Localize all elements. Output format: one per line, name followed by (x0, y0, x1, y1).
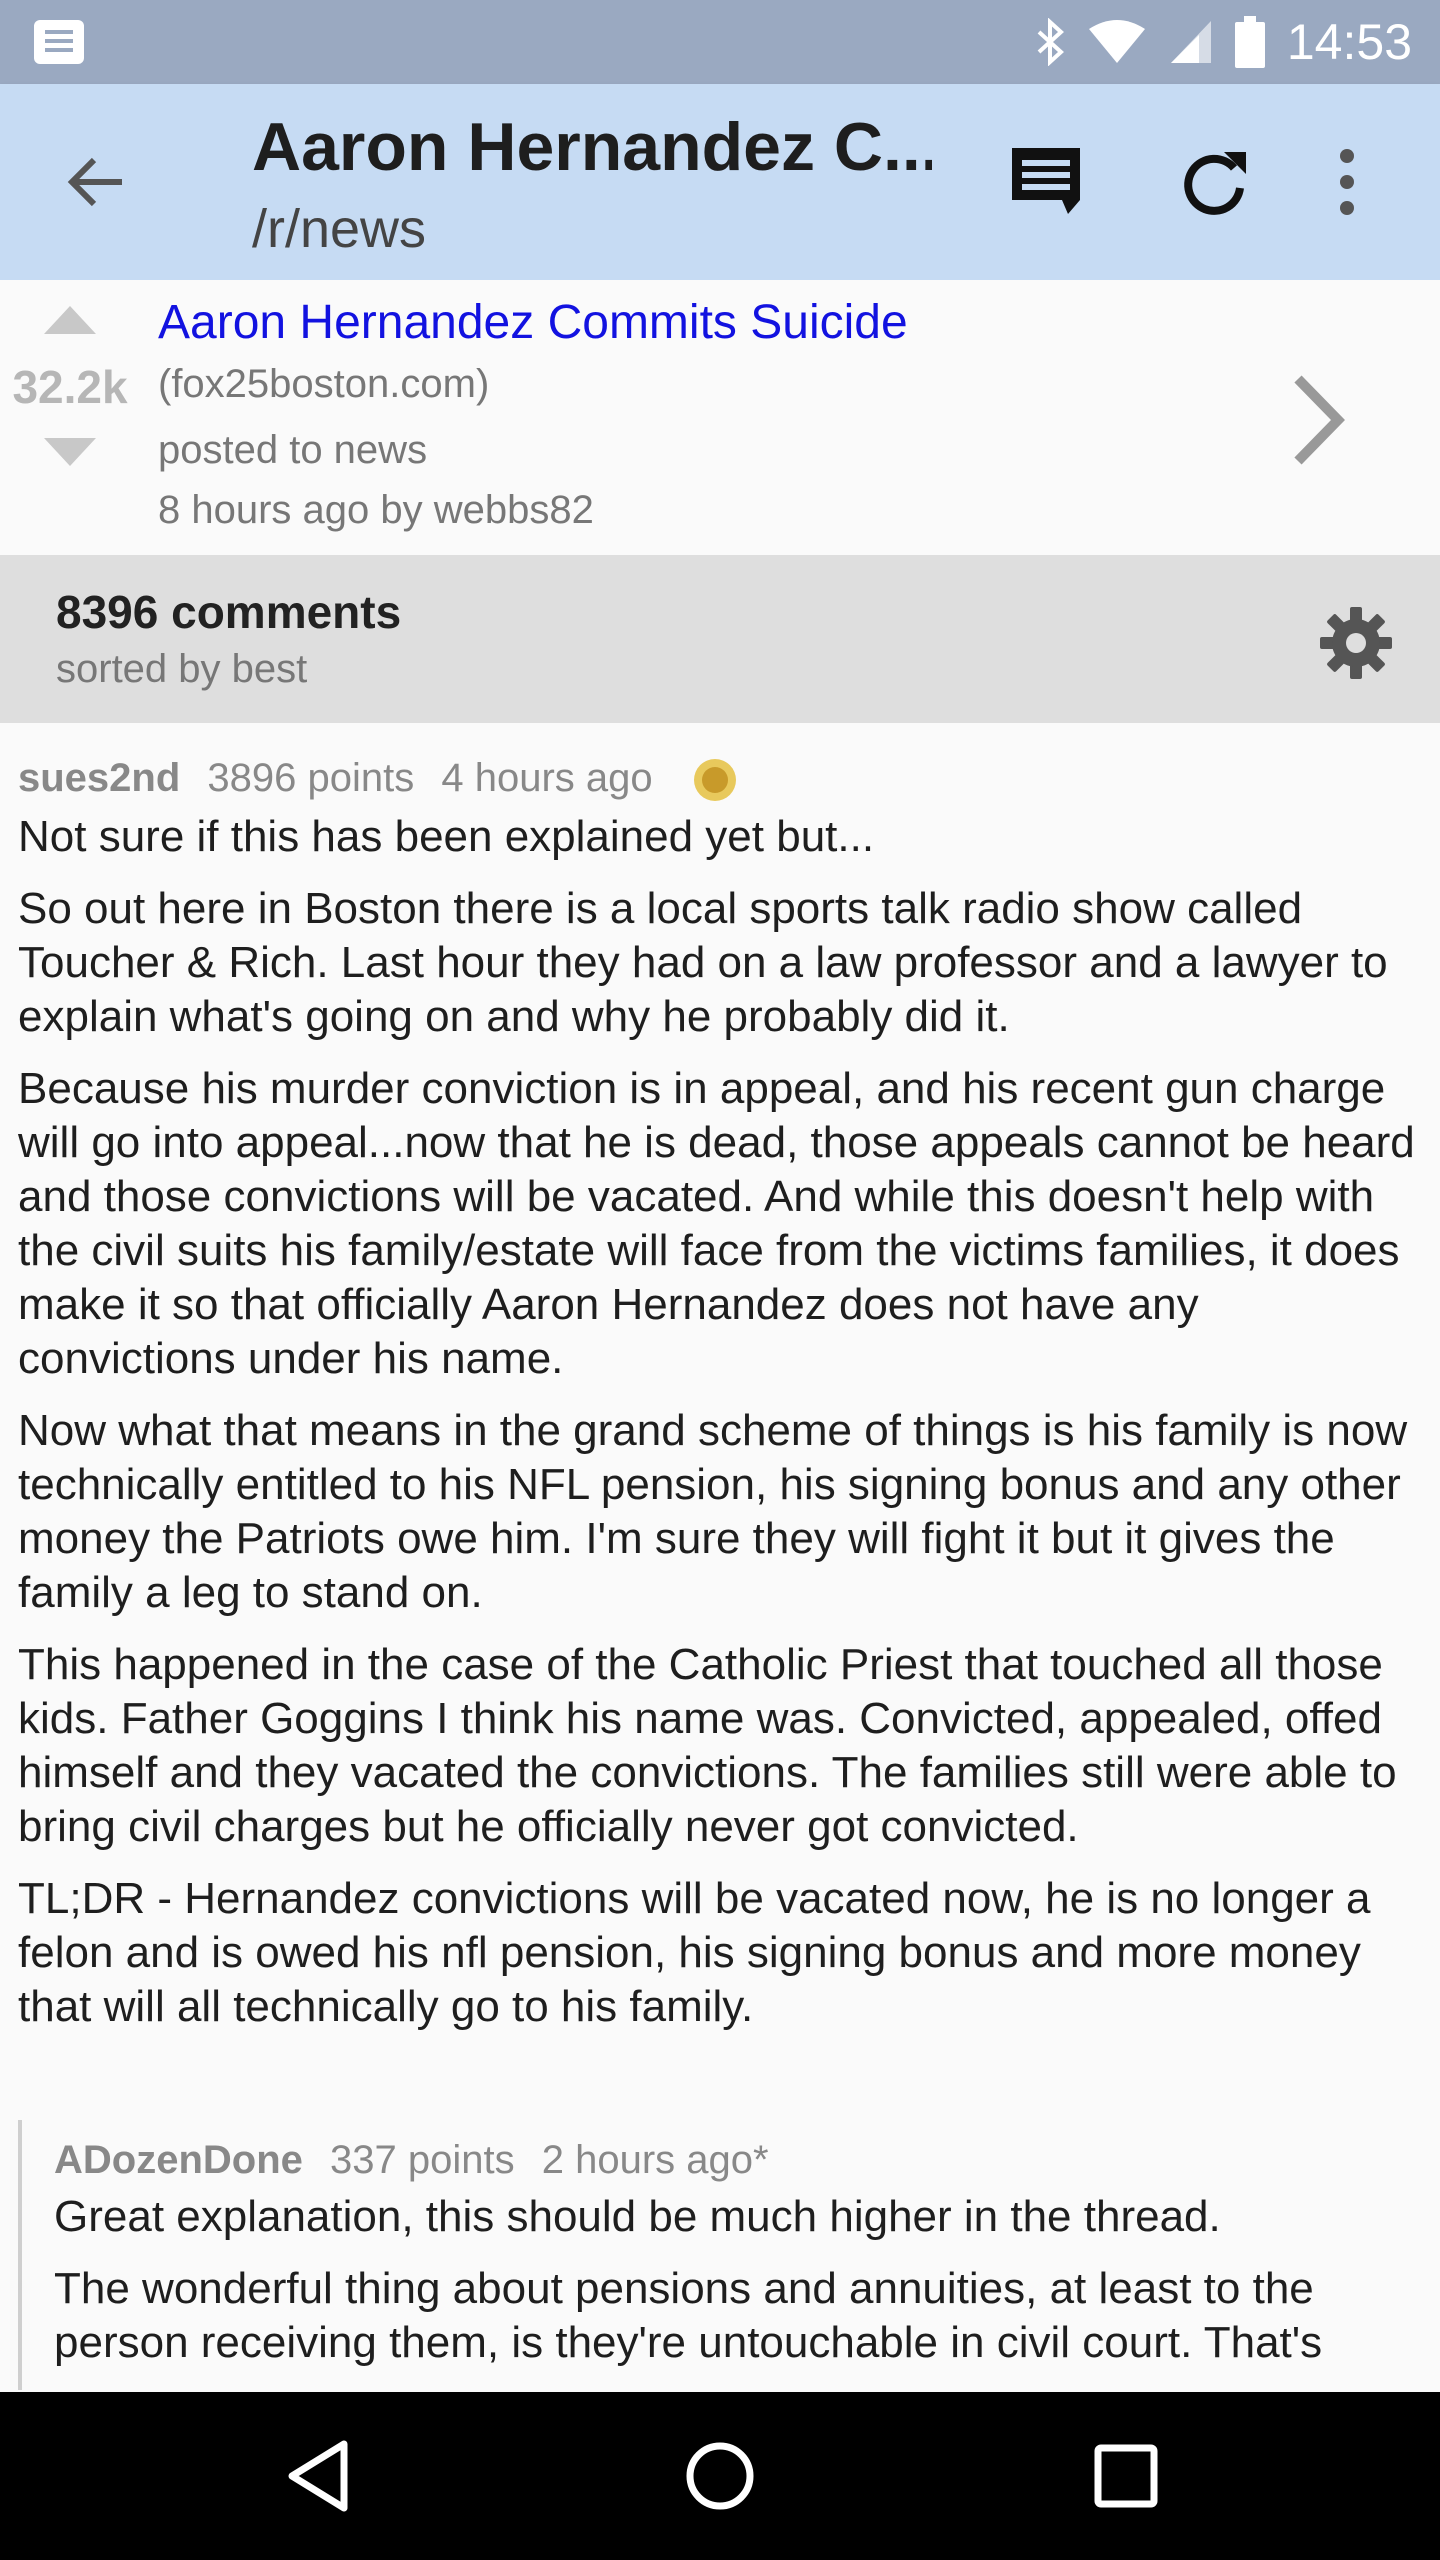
post-info: Aaron Hernandez Commits Suicide (fox25bo… (158, 292, 1258, 540)
comment-paragraph: Now what that means in the grand scheme … (18, 1406, 1408, 1617)
post-header[interactable]: 32.2k Aaron Hernandez Commits Suicide (f… (0, 280, 1440, 555)
comment-points: 3896 points (207, 756, 415, 800)
back-arrow-icon[interactable] (60, 146, 132, 218)
post-subreddit: posted to news (158, 428, 428, 473)
comment-paragraph: Great explanation, this should be much h… (54, 2192, 1221, 2241)
gear-icon[interactable] (1318, 605, 1394, 681)
notification-icon (34, 20, 84, 64)
comments-icon[interactable] (1006, 142, 1086, 222)
comment-paragraph: So out here in Boston there is a local s… (18, 884, 1388, 1041)
navigation-bar (0, 2392, 1440, 2560)
comments-sort: sorted by best (56, 647, 308, 691)
bluetooth-icon (1037, 18, 1064, 66)
post-age: 8 hours ago (158, 488, 370, 533)
back-triangle-icon[interactable] (282, 2436, 352, 2516)
comment-meta: ADozenDone 337 points 2 hours ago* (54, 2132, 1438, 2188)
wifi-icon (1088, 20, 1145, 63)
downvote-icon[interactable] (44, 438, 96, 466)
upvote-icon[interactable] (44, 306, 96, 334)
post-score: 32.2k (12, 361, 128, 413)
comment-paragraph: Because his murder conviction is in appe… (18, 1064, 1415, 1383)
comment-paragraph: This happened in the case of the Catholi… (18, 1640, 1397, 1851)
refresh-icon[interactable] (1176, 142, 1256, 222)
comment-body: Not sure if this has been explained yet … (18, 810, 1418, 2034)
post-title[interactable]: Aaron Hernandez Commits Suicide (158, 292, 1258, 354)
comment-author[interactable]: sues2nd (18, 756, 180, 800)
subreddit-label[interactable]: /r/news (252, 198, 426, 260)
post-age-author: 8 hours ago by webbs82 (158, 480, 1258, 540)
gilded-icon (693, 759, 736, 802)
comment-body: Great explanation, this should be much h… (54, 2190, 1438, 2370)
comment-paragraph: The wonderful thing about pensions and a… (54, 2264, 1323, 2367)
post-domain: (fox25boston.com) (158, 362, 490, 407)
comment-points: 337 points (330, 2138, 515, 2182)
battery-icon (1234, 16, 1265, 68)
app-bar: Aaron Hernandez C... /r/news (0, 84, 1440, 280)
comment-paragraph: Not sure if this has been explained yet … (18, 812, 875, 861)
recents-square-icon[interactable] (1090, 2436, 1162, 2516)
page-title: Aaron Hernandez C... (252, 109, 932, 185)
comments-header: 8396 comments sorted by best (0, 555, 1440, 723)
status-time: 14:53 (1286, 14, 1412, 70)
more-vert-icon[interactable] (1322, 142, 1372, 222)
comment[interactable]: sues2nd 3896 points 4 hours ago Not sure… (18, 750, 1418, 2052)
comment-age: 4 hours ago (441, 756, 653, 800)
comment-age: 2 hours ago* (541, 2138, 769, 2182)
comment-author[interactable]: ADozenDone (54, 2138, 303, 2182)
post-author[interactable]: by webbs82 (380, 488, 593, 532)
comment-meta: sues2nd 3896 points 4 hours ago (18, 750, 1418, 806)
reply-comment[interactable]: ADozenDone 337 points 2 hours ago* Great… (18, 2120, 1438, 2390)
status-bar: 14:53 (0, 0, 1440, 84)
home-circle-icon[interactable] (680, 2436, 760, 2516)
chevron-right-icon[interactable] (1280, 365, 1360, 475)
comments-count: 8396 comments (56, 586, 402, 638)
comment-paragraph: TL;DR - Hernandez convictions will be va… (18, 1874, 1371, 2031)
vote-column: 32.2k (0, 306, 140, 466)
signal-icon (1170, 21, 1211, 63)
